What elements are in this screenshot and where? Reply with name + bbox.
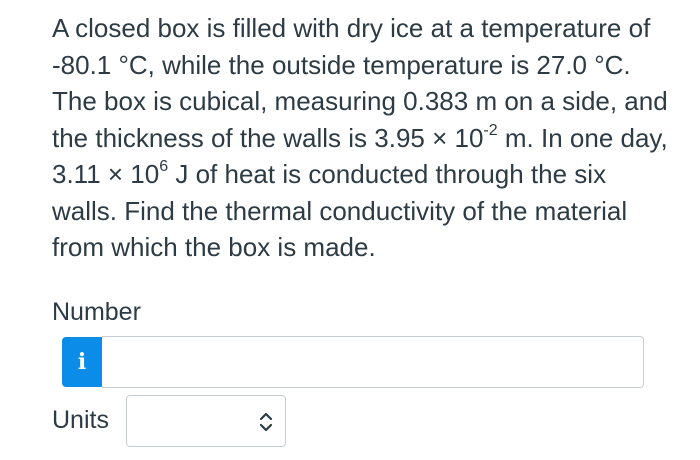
question-line: walls. Find the thermal conductivity of … (52, 195, 628, 226)
question-line: A closed box is filled with dry ice at a… (52, 13, 651, 43)
question-line: The box is cubical, measuring 0.383 m on… (52, 86, 668, 116)
number-input[interactable] (102, 336, 644, 388)
question-text: A closed box is filled with dry ice at a… (52, 10, 668, 266)
question-line-part: J of heat is conducted through the six (168, 159, 607, 189)
info-icon: i (77, 349, 87, 375)
question-line: -80.1 °C, while the outside temperature … (52, 49, 631, 80)
question-line-part: 3.11 × 10 (52, 159, 160, 189)
exponent: 6 (159, 158, 169, 176)
question-line-part: m. In one day, (497, 122, 668, 153)
number-label: Number (52, 298, 141, 326)
info-button[interactable]: i (62, 337, 102, 387)
question-line: the thickness of the walls is 3.95 × 10-… (52, 120, 668, 157)
chevron-up-down-icon (259, 412, 273, 432)
units-select[interactable] (126, 395, 286, 447)
question-line: from which the box is made. (52, 232, 376, 262)
question-line-part: the thickness of the walls is 3.95 × 10 (52, 122, 484, 153)
exponent: -2 (483, 121, 498, 139)
units-label: Units (52, 406, 109, 434)
question-line: 3.11 × 106 J of heat is conducted throug… (52, 156, 662, 193)
